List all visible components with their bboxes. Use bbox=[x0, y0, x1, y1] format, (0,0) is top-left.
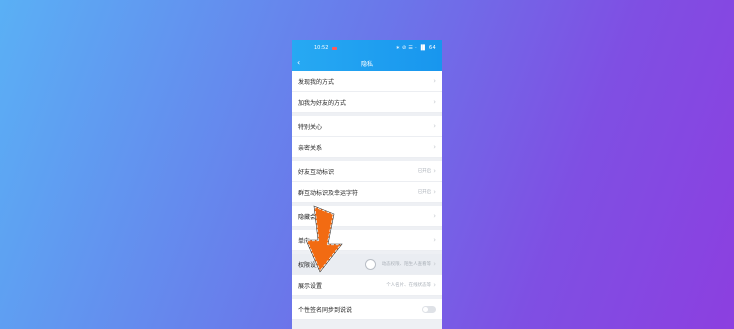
row-label: 展示设置 bbox=[298, 282, 323, 290]
row-label: 发现我的方式 bbox=[298, 78, 335, 86]
status-bar: 10:52 ∗ ⊘ ☰ · ▐▌ 64 bbox=[292, 40, 442, 56]
back-icon[interactable]: ‹ bbox=[297, 58, 300, 68]
chevron-right-icon: › bbox=[433, 187, 436, 196]
nav-bar: ‹ 隐私 bbox=[292, 56, 442, 71]
row-hint: 已开启 bbox=[417, 169, 432, 174]
row-label: 群互动标识及幸运字符 bbox=[298, 189, 359, 197]
row-friend-interaction[interactable]: 好友互动标识 已开启 › bbox=[292, 161, 442, 182]
row-hint: 个人名片、在线状态等 bbox=[386, 283, 432, 288]
chevron-right-icon: › bbox=[433, 142, 436, 151]
touch-indicator bbox=[364, 258, 376, 270]
row-hint: 已开启 bbox=[417, 190, 432, 195]
row-signature-sync[interactable]: 个性签名同步到说说 bbox=[292, 299, 442, 320]
row-group-interaction[interactable]: 群互动标识及幸运字符 已开启 › bbox=[292, 182, 442, 203]
signature-sync-toggle[interactable] bbox=[422, 305, 436, 313]
row-hint: 动态权限、陌生人查看等 bbox=[381, 262, 432, 267]
row-label: 加我为好友的方式 bbox=[298, 99, 347, 107]
row-label: 好友互动标识 bbox=[298, 168, 335, 176]
chevron-right-icon: › bbox=[433, 211, 436, 220]
row-label: 亲密关系 bbox=[298, 144, 323, 152]
phone-screen: 10:52 ∗ ⊘ ☰ · ▐▌ 64 ‹ 隐私 发现我的方式 › 加我为好友的… bbox=[292, 40, 442, 329]
row-add-friend[interactable]: 加我为好友的方式 › bbox=[292, 92, 442, 113]
status-icons: ∗ ⊘ ☰ · ▐▌ 64 bbox=[395, 45, 436, 51]
row-intimate[interactable]: 亲密关系 › bbox=[292, 137, 442, 158]
chevron-right-icon: › bbox=[433, 235, 436, 244]
row-label: 特别关心 bbox=[298, 123, 323, 131]
chevron-right-icon: › bbox=[433, 97, 436, 106]
row-label: 个性签名同步到说说 bbox=[298, 306, 353, 314]
chevron-right-icon: › bbox=[433, 166, 436, 175]
status-time: 10:52 bbox=[314, 45, 329, 51]
chevron-right-icon: › bbox=[433, 259, 436, 268]
settings-list: 发现我的方式 › 加我为好友的方式 › 特别关心 › 亲密关系 › 好友互动标识… bbox=[292, 71, 442, 320]
chevron-right-icon: › bbox=[433, 76, 436, 85]
row-find-me[interactable]: 发现我的方式 › bbox=[292, 71, 442, 92]
down-arrow-icon bbox=[304, 204, 344, 274]
page-title: 隐私 bbox=[360, 61, 373, 68]
chevron-right-icon: › bbox=[433, 280, 436, 289]
row-display-settings[interactable]: 展示设置 个人名片、在线状态等 › bbox=[292, 275, 442, 296]
row-special-care[interactable]: 特别关心 › bbox=[292, 116, 442, 137]
notification-icon bbox=[332, 46, 338, 50]
chevron-right-icon: › bbox=[433, 121, 436, 130]
